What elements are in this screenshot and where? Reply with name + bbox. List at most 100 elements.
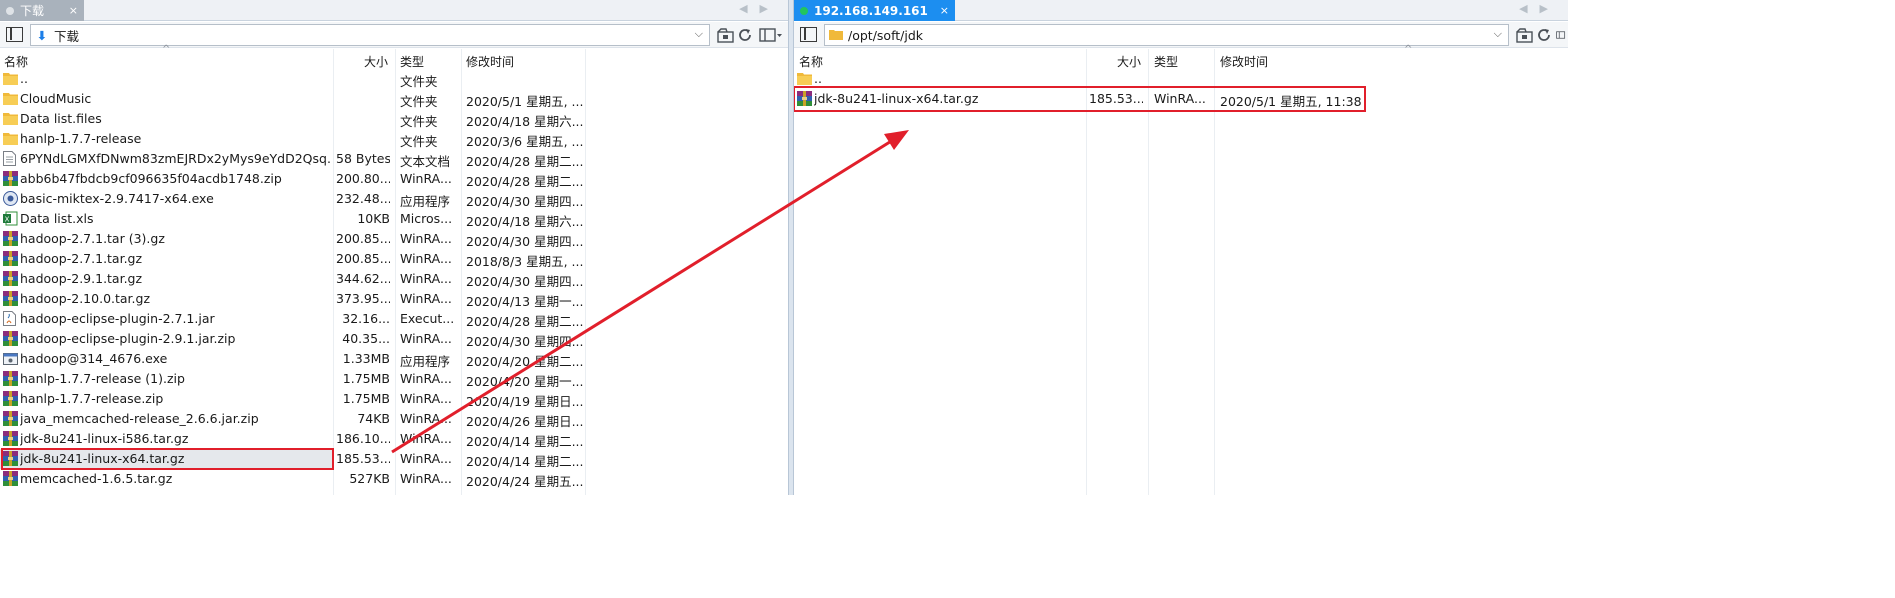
file-type: WinRA...: [400, 391, 452, 406]
file-name: hanlp-1.7.7-release: [20, 131, 142, 146]
column-type[interactable]: 类型: [1154, 53, 1178, 70]
list-item[interactable]: basic-miktex-2.9.7417-x64.exe 232.48... 应用…: [0, 189, 788, 209]
file-size: 344.62...: [336, 271, 390, 286]
column-name[interactable]: 名称: [799, 53, 823, 70]
list-item[interactable]: hanlp-1.7.7-release (1).zip 1.75MB WinRA..…: [0, 369, 788, 389]
list-item[interactable]: hadoop@314_4676.exe 1.33MB 应用程序 2020/4/20 星…: [0, 349, 788, 369]
local-path-input[interactable]: ⬇ 下载 ⌵: [30, 24, 710, 46]
file-modified: 2020/4/18 星期六...: [466, 114, 584, 129]
file-type: Execut...: [400, 311, 455, 326]
list-item[interactable]: hadoop-2.7.1.tar (3).gz 200.85... WinRA...…: [0, 229, 788, 249]
column-size[interactable]: 大小: [1117, 53, 1141, 70]
tab-local-downloads[interactable]: 下载 ×: [0, 0, 84, 21]
tab-scroll-arrows[interactable]: ◀▶: [739, 2, 780, 15]
tab-scroll-right-icon[interactable]: ▶: [1540, 2, 1560, 15]
list-item[interactable]: CloudMusic 文件夹 2020/5/1 星期五, ...: [0, 89, 788, 109]
folder-icon: [827, 28, 845, 43]
file-type: 文件夹: [400, 94, 438, 109]
file-size: 10KB: [357, 211, 390, 226]
file-name: hanlp-1.7.7-release.zip: [20, 391, 164, 406]
tab-scroll-left-icon[interactable]: ◀: [739, 2, 759, 15]
list-item[interactable]: Data list.files 文件夹 2020/4/18 星期六...: [0, 109, 788, 129]
toggle-tree-icon[interactable]: [6, 27, 23, 42]
remote-path-input[interactable]: /opt/soft/jdk ⌵: [824, 24, 1509, 46]
file-name: hadoop-2.10.0.tar.gz: [20, 291, 151, 306]
file-size: 1.33MB: [342, 351, 390, 366]
file-type: Micros...: [400, 211, 453, 226]
sort-ascending-icon: ^: [162, 44, 171, 55]
list-item[interactable]: hadoop-2.9.1.tar.gz 344.62... WinRA... 2020…: [0, 269, 788, 289]
home-folder-icon[interactable]: [716, 26, 734, 44]
list-item[interactable]: hanlp-1.7.7-release 文件夹 2020/3/6 星期五, ...: [0, 129, 788, 149]
column-modified[interactable]: 修改时间: [1220, 53, 1268, 70]
file-modified: 2020/4/30 星期四...: [466, 194, 584, 209]
folder-icon: [3, 131, 18, 147]
column-modified[interactable]: 修改时间: [466, 53, 514, 70]
file-name: jdk-8u241-linux-i586.tar.gz: [20, 431, 189, 446]
column-size[interactable]: 大小: [364, 53, 388, 70]
file-type: WinRA...: [400, 231, 452, 246]
file-modified: 2020/4/13 星期一...: [466, 294, 584, 309]
local-list-header: 名称 ^ 大小 类型 修改时间: [0, 44, 788, 70]
file-name: hadoop-eclipse-plugin-2.9.1.jar.zip: [20, 331, 236, 346]
tab-scroll-right-icon[interactable]: ▶: [760, 2, 780, 15]
file-name: hadoop-2.7.1.tar.gz: [20, 251, 143, 266]
file-name: hadoop-eclipse-plugin-2.7.1.jar: [20, 311, 215, 326]
view-mode-icon[interactable]: [758, 26, 784, 44]
file-name: hanlp-1.7.7-release (1).zip: [20, 371, 185, 386]
file-modified: 2020/4/14 星期二...: [466, 434, 584, 449]
tab-scroll-left-icon[interactable]: ◀: [1519, 2, 1539, 15]
archive-icon: [3, 171, 18, 187]
archive-icon: [3, 371, 18, 387]
file-modified: 2020/4/28 星期二...: [466, 154, 584, 169]
file-size: 1.75MB: [342, 371, 390, 386]
file-type: WinRA...: [400, 271, 452, 286]
list-item[interactable]: hanlp-1.7.7-release.zip 1.75MB WinRA... 202…: [0, 389, 788, 409]
chevron-down-icon[interactable]: ⌵: [695, 27, 703, 41]
file-type: WinRA...: [400, 431, 452, 446]
chevron-down-icon[interactable]: ⌵: [1494, 27, 1502, 41]
file-name: hadoop@314_4676.exe: [20, 351, 168, 366]
list-item[interactable]: memcached-1.6.5.tar.gz 527KB WinRA... 2020/…: [0, 469, 788, 489]
list-item[interactable]: hadoop-eclipse-plugin-2.9.1.jar.zip 40.35…: [0, 329, 788, 349]
column-name[interactable]: 名称: [4, 53, 28, 70]
toggle-tree-icon[interactable]: [800, 27, 817, 42]
tab-remote-host[interactable]: 192.168.149.161 ×: [794, 0, 955, 21]
refresh-icon[interactable]: [1535, 26, 1553, 44]
highlight-box: [794, 86, 1366, 112]
connected-dot-icon: [800, 6, 808, 15]
list-item[interactable]: abb6b47fbdcb9cf096635f04acdb1748.zip 200.…: [0, 169, 788, 189]
file-modified: 2020/4/26 星期日...: [466, 414, 584, 429]
column-type[interactable]: 类型: [400, 53, 424, 70]
close-tab-icon[interactable]: ×: [69, 4, 78, 17]
remote-pane: 192.168.149.161 × ◀▶ /opt/soft/jdk ⌵ 名称 …: [793, 0, 1568, 495]
file-modified: 2020/4/30 星期四...: [466, 274, 584, 289]
archive-icon: [3, 411, 18, 427]
list-item[interactable]: X Data list.xls 10KB Micros... 2020/4/18 星期六…: [0, 209, 788, 229]
list-item[interactable]: java_memcached-release_2.6.6.jar.zip 74KB…: [0, 409, 788, 429]
file-size: 232.48...: [336, 191, 390, 206]
view-mode-icon[interactable]: [1556, 26, 1568, 44]
file-modified: 2020/3/6 星期五, ...: [466, 134, 584, 149]
file-name: basic-miktex-2.9.7417-x64.exe: [20, 191, 214, 206]
list-item[interactable]: hadoop-eclipse-plugin-2.7.1.jar 32.16... E…: [0, 309, 788, 329]
file-size: 74KB: [357, 411, 390, 426]
file-size: 373.95...: [336, 291, 390, 306]
tab-scroll-arrows[interactable]: ◀▶: [1519, 2, 1560, 15]
list-item[interactable]: 6PYNdLGMXfDNwm83zmEJRDx2yMys9eYdD2Qsq...…: [0, 149, 788, 169]
list-item[interactable]: hadoop-2.7.1.tar.gz 200.85... WinRA... 2018…: [0, 249, 788, 269]
file-type: 文本文档: [400, 154, 451, 169]
list-item[interactable]: .. 文件夹: [0, 69, 788, 89]
list-item[interactable]: hadoop-2.10.0.tar.gz 373.95... WinRA... 202…: [0, 289, 788, 309]
archive-icon: [3, 291, 18, 307]
home-folder-icon[interactable]: [1515, 26, 1533, 44]
sort-ascending-icon: ^: [1404, 44, 1413, 55]
file-modified: 2020/4/28 星期二...: [466, 314, 584, 329]
file-type: WinRA...: [400, 411, 452, 426]
list-item[interactable]: jdk-8u241-linux-i586.tar.gz 186.10... WinR…: [0, 429, 788, 449]
folder-icon: [3, 71, 18, 87]
close-tab-icon[interactable]: ×: [940, 4, 949, 17]
jar-icon: [3, 311, 18, 327]
refresh-icon[interactable]: [736, 26, 754, 44]
file-type: 文件夹: [400, 134, 438, 149]
